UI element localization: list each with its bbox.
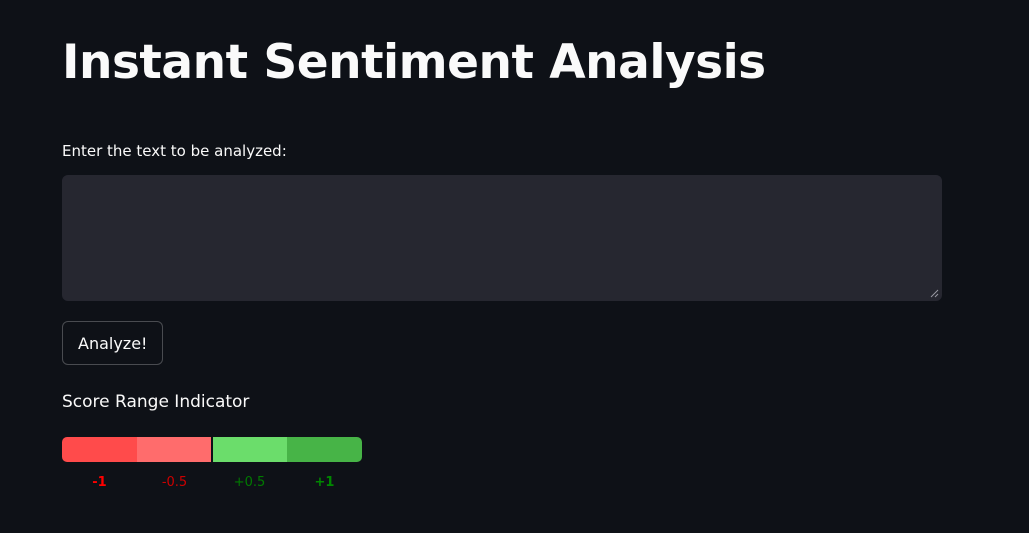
score-tick-minus-1: -1 <box>92 475 107 490</box>
score-tick-labels: -1 -0.5 +0.5 +1 <box>62 474 362 492</box>
score-range-label: Score Range Indicator <box>62 392 250 412</box>
text-input-label: Enter the text to be analyzed: <box>62 142 287 160</box>
score-segment-positive <box>212 437 287 462</box>
score-tick-minus-0-5: -0.5 <box>161 475 188 490</box>
score-tick-plus-1: +1 <box>314 475 335 490</box>
score-segment-strong-negative <box>62 437 137 462</box>
text-input-area[interactable] <box>62 175 942 301</box>
score-segment-negative <box>137 437 212 462</box>
score-tick-plus-0-5: +0.5 <box>233 475 266 490</box>
page-title: Instant Sentiment Analysis <box>62 35 766 90</box>
score-segment-strong-positive <box>287 437 362 462</box>
score-zero-marker <box>211 437 213 462</box>
analyze-button[interactable]: Analyze! <box>62 321 164 365</box>
